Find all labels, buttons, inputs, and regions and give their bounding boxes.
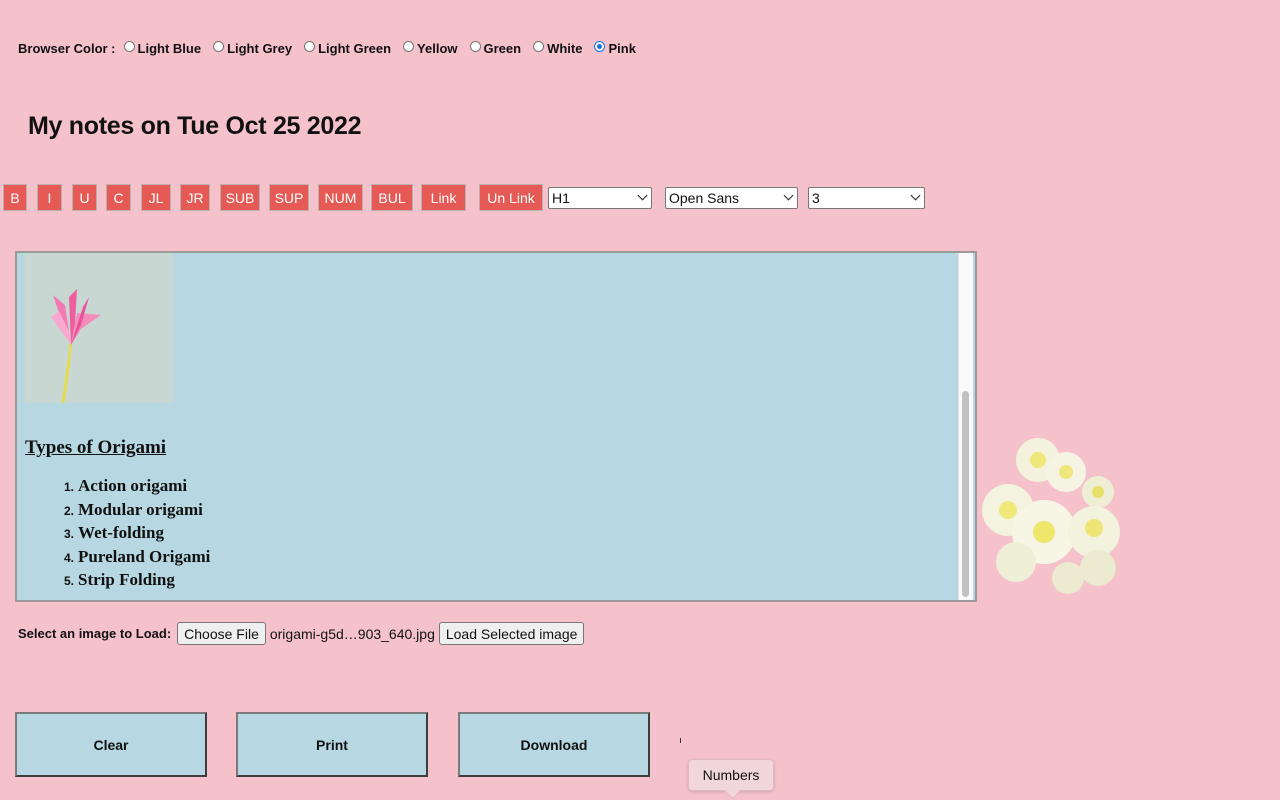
tooltip: Numbers [688, 759, 774, 791]
image-load-label: Select an image to Load: [18, 626, 172, 641]
clear-button[interactable]: Clear [15, 712, 207, 777]
radio-light-green[interactable]: Light Green [304, 41, 391, 56]
download-button[interactable]: Download [458, 712, 650, 777]
numbered-list-button[interactable]: NUM [318, 184, 363, 211]
browser-color-picker: Browser Color : Light Blue Light Grey Li… [18, 41, 648, 56]
bullet-list-button[interactable]: BUL [371, 184, 413, 211]
radio-green[interactable]: Green [469, 41, 521, 56]
browser-color-label: Browser Color : [18, 41, 116, 56]
choose-file-button[interactable]: Choose File [177, 622, 266, 645]
font-size-select[interactable]: 3 [808, 187, 925, 209]
radio-circle[interactable] [469, 41, 481, 52]
chevron-down-icon [783, 190, 794, 201]
radio-yellow[interactable]: Yellow [403, 41, 458, 56]
justify-left-button[interactable]: JL [141, 184, 171, 211]
page-title: My notes on Tue Oct 25 2022 [28, 112, 362, 140]
radio-circle-selected[interactable] [594, 41, 606, 52]
list-item: 4. Pureland Origami [64, 546, 211, 566]
chevron-down-icon [637, 190, 648, 201]
bold-button[interactable]: B [3, 184, 27, 211]
radio-pink[interactable]: Pink [594, 41, 636, 56]
chrysanthemum-image [980, 428, 1125, 596]
image-load-row: Select an image to Load: Choose File ori… [18, 622, 585, 645]
scrollbar-thumb[interactable] [962, 391, 969, 597]
font-select[interactable]: Open Sans [665, 187, 798, 209]
link-button[interactable]: Link [421, 184, 466, 211]
list-item: 5. Strip Folding [64, 570, 175, 589]
origami-flower-image [25, 253, 173, 404]
underline-button[interactable]: U [72, 184, 97, 211]
note-heading: Types of Origami [25, 437, 167, 458]
list-item: 2. Modular origami [64, 499, 203, 519]
stray-mark [680, 738, 681, 743]
radio-white[interactable]: White [533, 41, 582, 56]
radio-circle[interactable] [213, 41, 225, 52]
radio-light-blue[interactable]: Light Blue [123, 41, 201, 56]
radio-circle[interactable] [304, 41, 316, 52]
center-button[interactable]: C [106, 184, 131, 211]
selected-file-name: origami-g5d…903_640.jpg [269, 625, 435, 642]
print-button[interactable]: Print [236, 712, 428, 777]
editor-scrollbar[interactable] [958, 253, 973, 600]
unlink-button[interactable]: Un Link [479, 184, 543, 211]
radio-circle[interactable] [533, 41, 545, 52]
chevron-down-icon [910, 190, 921, 201]
radio-light-grey[interactable]: Light Grey [213, 41, 292, 56]
justify-right-button[interactable]: JR [180, 184, 210, 211]
note-editor[interactable]: Types of Origami 1. Action origami 2. Modu… [15, 251, 977, 602]
superscript-button[interactable]: SUP [269, 184, 309, 211]
list-item: 1. Action origami [64, 476, 188, 495]
radio-circle[interactable] [123, 41, 135, 52]
italic-button[interactable]: I [37, 184, 62, 211]
origami-types-list: 1. Action origami 2. Modular origami 3. Wet… [64, 475, 210, 593]
radio-circle[interactable] [403, 41, 415, 52]
heading-select[interactable]: H1 [548, 187, 652, 209]
load-image-button[interactable]: Load Selected image [438, 622, 585, 645]
list-item: 3. Wet-folding [64, 523, 164, 542]
subscript-button[interactable]: SUB [220, 184, 260, 211]
